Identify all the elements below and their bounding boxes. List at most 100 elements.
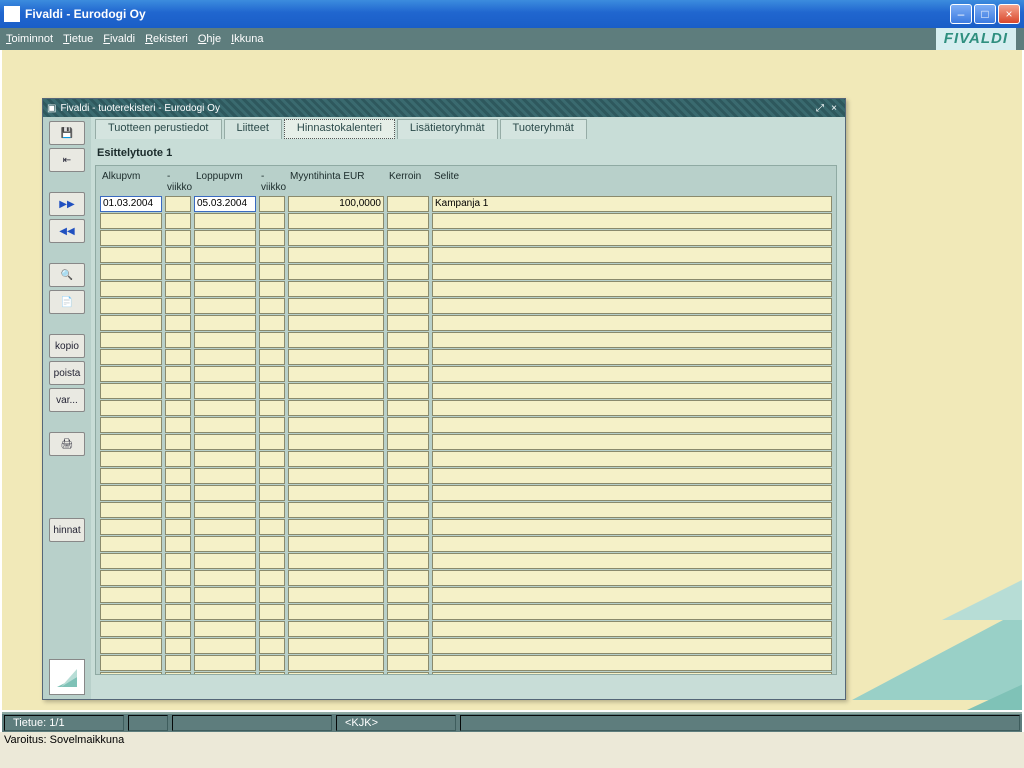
cell-empty[interactable] bbox=[165, 332, 191, 348]
inner-close-icon[interactable]: × bbox=[827, 103, 841, 114]
copy-button[interactable]: kopio bbox=[49, 334, 85, 358]
cell-empty[interactable] bbox=[432, 587, 832, 603]
back-button[interactable]: ⇤ bbox=[49, 148, 85, 172]
cell-empty[interactable] bbox=[165, 230, 191, 246]
cell-empty[interactable] bbox=[387, 247, 429, 263]
cell-empty[interactable] bbox=[259, 468, 285, 484]
cell-empty[interactable] bbox=[100, 281, 162, 297]
cell-empty[interactable] bbox=[432, 349, 832, 365]
cell-empty[interactable] bbox=[100, 570, 162, 586]
cell-empty[interactable] bbox=[387, 502, 429, 518]
cell-empty[interactable] bbox=[259, 417, 285, 433]
cell-empty[interactable] bbox=[259, 519, 285, 535]
cell-empty[interactable] bbox=[165, 417, 191, 433]
cell-empty[interactable] bbox=[288, 570, 384, 586]
cell-empty[interactable] bbox=[387, 298, 429, 314]
cell-empty[interactable] bbox=[432, 332, 832, 348]
cell-empty[interactable] bbox=[100, 434, 162, 450]
cell-empty[interactable] bbox=[288, 247, 384, 263]
search-button[interactable]: 🔍 bbox=[49, 263, 85, 287]
cell-kerroin[interactable] bbox=[387, 196, 429, 212]
cell-empty[interactable] bbox=[288, 434, 384, 450]
cell-empty[interactable] bbox=[100, 298, 162, 314]
cell-empty[interactable] bbox=[100, 417, 162, 433]
cell-empty[interactable] bbox=[165, 400, 191, 416]
cell-empty[interactable] bbox=[432, 621, 832, 637]
grid-row[interactable] bbox=[100, 587, 832, 603]
cell-empty[interactable] bbox=[288, 638, 384, 654]
cell-empty[interactable] bbox=[165, 587, 191, 603]
cell-empty[interactable] bbox=[288, 553, 384, 569]
cell-empty[interactable] bbox=[259, 451, 285, 467]
cell-empty[interactable] bbox=[288, 604, 384, 620]
grid-row[interactable] bbox=[100, 536, 832, 552]
cell-empty[interactable] bbox=[194, 570, 256, 586]
cell-empty[interactable] bbox=[288, 332, 384, 348]
cell-empty[interactable] bbox=[259, 621, 285, 637]
cell-empty[interactable] bbox=[288, 264, 384, 280]
cell-empty[interactable] bbox=[259, 553, 285, 569]
cell-empty[interactable] bbox=[259, 400, 285, 416]
cell-empty[interactable] bbox=[100, 587, 162, 603]
grid-row[interactable] bbox=[100, 298, 832, 314]
cell-empty[interactable] bbox=[194, 315, 256, 331]
cell-empty[interactable] bbox=[194, 553, 256, 569]
cell-empty[interactable] bbox=[387, 621, 429, 637]
cell-empty[interactable] bbox=[194, 621, 256, 637]
grid-row[interactable] bbox=[100, 332, 832, 348]
cell-empty[interactable] bbox=[387, 213, 429, 229]
new-record-button[interactable]: 📄 bbox=[49, 290, 85, 314]
cell-empty[interactable] bbox=[194, 587, 256, 603]
cell-empty[interactable] bbox=[194, 655, 256, 671]
cell-empty[interactable] bbox=[100, 519, 162, 535]
cell-empty[interactable] bbox=[194, 264, 256, 280]
cell-empty[interactable] bbox=[288, 655, 384, 671]
cell-empty[interactable] bbox=[387, 672, 429, 675]
cell-empty[interactable] bbox=[432, 485, 832, 501]
cell-empty[interactable] bbox=[387, 332, 429, 348]
cell-empty[interactable] bbox=[387, 383, 429, 399]
cell-empty[interactable] bbox=[259, 655, 285, 671]
menu-ikkuna[interactable]: Ikkuna bbox=[231, 33, 263, 45]
cell-empty[interactable] bbox=[387, 230, 429, 246]
grid-row[interactable] bbox=[100, 638, 832, 654]
grid-row[interactable] bbox=[100, 502, 832, 518]
grid-row[interactable] bbox=[100, 230, 832, 246]
cell-empty[interactable] bbox=[288, 621, 384, 637]
save-button[interactable]: 💾 bbox=[49, 121, 85, 145]
cell-empty[interactable] bbox=[100, 315, 162, 331]
cell-empty[interactable] bbox=[100, 400, 162, 416]
cell-empty[interactable] bbox=[432, 230, 832, 246]
cell-empty[interactable] bbox=[194, 349, 256, 365]
cell-empty[interactable] bbox=[432, 315, 832, 331]
cell-empty[interactable] bbox=[165, 315, 191, 331]
cell-empty[interactable] bbox=[288, 230, 384, 246]
cell-empty[interactable] bbox=[387, 315, 429, 331]
cell-empty[interactable] bbox=[288, 468, 384, 484]
cell-empty[interactable] bbox=[194, 400, 256, 416]
menu-tietue[interactable]: Tietue bbox=[63, 33, 93, 45]
cell-empty[interactable] bbox=[100, 468, 162, 484]
cell-empty[interactable] bbox=[194, 468, 256, 484]
cell-empty[interactable] bbox=[387, 349, 429, 365]
cell-empty[interactable] bbox=[165, 621, 191, 637]
cell-empty[interactable] bbox=[259, 570, 285, 586]
grid-row[interactable] bbox=[100, 213, 832, 229]
cell-empty[interactable] bbox=[165, 264, 191, 280]
cell-empty[interactable] bbox=[288, 451, 384, 467]
grid-row[interactable] bbox=[100, 468, 832, 484]
cell-empty[interactable] bbox=[194, 434, 256, 450]
cell-empty[interactable] bbox=[194, 230, 256, 246]
menu-ohje[interactable]: Ohje bbox=[198, 33, 221, 45]
grid-row[interactable] bbox=[100, 553, 832, 569]
cell-empty[interactable] bbox=[259, 349, 285, 365]
grid-row[interactable]: 01.03.2004 05.03.2004 100,0000 Kampanja … bbox=[100, 196, 832, 212]
cell-empty[interactable] bbox=[165, 434, 191, 450]
grid-row[interactable] bbox=[100, 434, 832, 450]
grid-row[interactable] bbox=[100, 281, 832, 297]
cell-empty[interactable] bbox=[194, 536, 256, 552]
cell-empty[interactable] bbox=[165, 383, 191, 399]
cell-empty[interactable] bbox=[165, 451, 191, 467]
cell-empty[interactable] bbox=[288, 417, 384, 433]
cell-empty[interactable] bbox=[165, 553, 191, 569]
